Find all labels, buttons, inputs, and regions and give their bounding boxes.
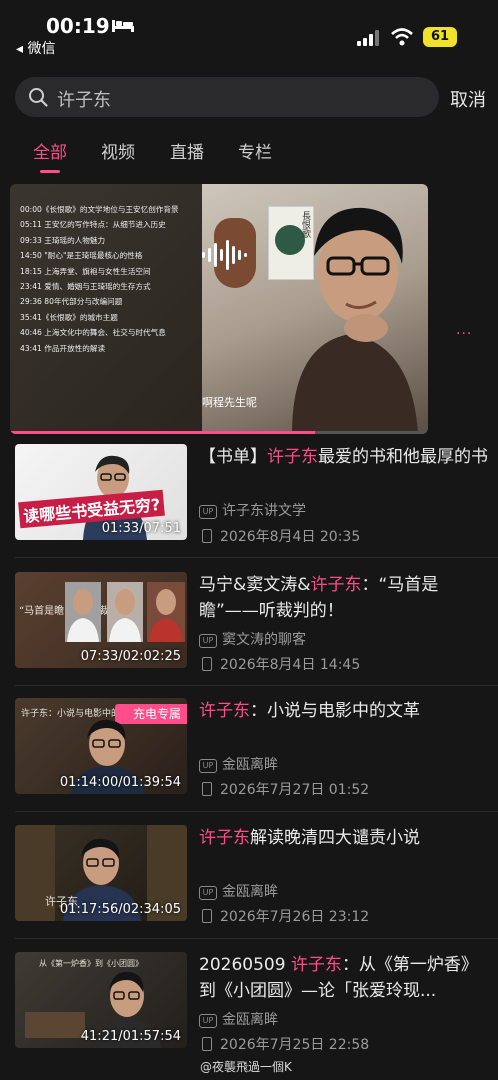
chapter-item[interactable]: 09:33 王琦瑶的人物魅力	[20, 233, 206, 248]
divider	[15, 557, 498, 558]
chapter-item[interactable]: 18:15 上海弄堂、旗袍与女性生活空间	[20, 264, 206, 279]
status-time: 00:19	[46, 14, 110, 38]
title-highlight: 许子东	[267, 447, 318, 467]
title-prefix: 马宁&窦文涛&	[199, 575, 311, 595]
wifi-icon	[391, 28, 413, 46]
video-thumbnail[interactable]: 读哪些书受益无穷? 01:33/07:51	[15, 444, 187, 540]
uploader-name: 金瓯离眸	[222, 1012, 278, 1028]
cancel-button[interactable]: 取消	[450, 86, 486, 112]
tab-video[interactable]: 视频	[101, 138, 135, 163]
uploader-up-icon: UP	[199, 886, 217, 900]
chapter-item[interactable]: 35:41《长恨歌》的城市主题	[20, 310, 206, 325]
chapter-item[interactable]: 14:50 "耐心"是王琦瑶最核心的性格	[20, 248, 206, 263]
back-to-wechat[interactable]: ◂ 微信	[16, 38, 55, 58]
subtitle-caption: 啊程先生呢	[202, 396, 257, 409]
uploader-name: 许子东讲文学	[222, 503, 306, 519]
chapter-item[interactable]: 00:00《长恨歌》的文学地位与王安忆创作背景	[20, 202, 206, 217]
chapter-item[interactable]: 05:11 王安忆的写作特点：从细节进入历史	[20, 217, 206, 232]
uploader-name: 金瓯离眸	[222, 757, 278, 773]
title-highlight: 许子东	[199, 828, 250, 848]
uploader-row[interactable]: UP 金瓯离眸	[199, 1009, 278, 1029]
video-thumbnail[interactable]: 许子东 01:17:56/02:34:05	[15, 825, 187, 921]
video-thumbnail[interactable]: “马首是瞻”——听裁判的 07:33/02:02:25	[15, 572, 187, 668]
video-duration: 07:33/02:02:25	[80, 649, 181, 664]
chapter-item[interactable]: 40:46 上海文化中的舞会、社交与时代气息	[20, 325, 206, 340]
search-bar[interactable]: 许子东	[15, 77, 439, 117]
date-row: 2026年8月4日 14:45	[199, 654, 360, 674]
phone-icon	[202, 657, 212, 671]
more-options-icon[interactable]: ···	[456, 326, 472, 342]
video-title[interactable]: 20260509 许子东：从《第一炉香》到《小团圆》—论「张爱玲现...	[199, 952, 489, 1004]
date-row: 2026年7月25日 22:58	[199, 1034, 369, 1054]
phone-icon	[202, 1037, 212, 1051]
chapter-item[interactable]: 43:41 作品开放性的解读	[20, 341, 206, 356]
sleep-bed-icon	[112, 20, 134, 32]
speaker-portrait	[292, 207, 418, 434]
uploader-up-icon: UP	[199, 505, 217, 519]
uploader-row[interactable]: UP 金瓯离眸	[199, 754, 278, 774]
video-thumbnail[interactable]: 从《第一炉香》到《小团圆》 41:21/01:57:54	[15, 952, 187, 1048]
chapter-item[interactable]: 29:36 80年代部分与改编问题	[20, 294, 206, 309]
uploader-row[interactable]: UP 许子东讲文学	[199, 500, 306, 520]
active-tab-indicator	[40, 170, 60, 173]
video-title[interactable]: 马宁&窦文涛&许子东：“马首是瞻”——听裁判的！	[199, 572, 489, 624]
title-highlight: 许子东	[199, 701, 250, 721]
search-input[interactable]: 许子东	[57, 86, 111, 112]
title-highlight: 许子东	[290, 955, 342, 975]
publish-date: 2026年7月25日 22:58	[220, 1037, 370, 1053]
tab-all[interactable]: 全部	[33, 138, 67, 163]
video-duration: 41:21/01:57:54	[80, 1029, 181, 1044]
result-item[interactable]: 读哪些书受益无穷? 01:33/07:51 【书单】许子东最爱的书和他最厚的书 …	[0, 444, 498, 570]
publish-date: 2026年7月27日 01:52	[220, 782, 370, 798]
date-row: 2026年7月26日 23:12	[199, 906, 369, 926]
uploader-row[interactable]: UP 金瓯离眸	[199, 881, 278, 901]
date-row: 2026年7月27日 01:52	[199, 779, 369, 799]
title-prefix: 20260509	[199, 955, 291, 975]
chapter-list: 00:00《长恨歌》的文学地位与王安忆创作背景 05:11 王安忆的写作特点：从…	[20, 202, 206, 356]
uploader-up-icon: UP	[199, 759, 217, 773]
result-item[interactable]: 许子东 01:17:56/02:34:05 许子东解读晚清四大谴责小说 UP 金瓯…	[0, 825, 498, 951]
search-icon	[29, 88, 48, 107]
uploader-name: 窦文涛的聊客	[222, 632, 306, 648]
title-highlight: 许子东	[310, 575, 362, 595]
uploader-name: 金瓯离眸	[222, 884, 278, 900]
video-title[interactable]: 【书单】许子东最爱的书和他最厚的书	[199, 444, 489, 470]
result-item[interactable]: 许子东：小说与电影中的文 充电专属 01:14:00/01:39:54 许子东：…	[0, 698, 498, 824]
battery-indicator: 61	[423, 27, 457, 47]
title-suffix: 解读晚清四大谴责小说	[250, 828, 420, 848]
uploader-up-icon: UP	[199, 1014, 217, 1028]
tab-live[interactable]: 直播	[170, 138, 204, 163]
phone-icon	[202, 909, 212, 923]
publish-date: 2026年8月4日 20:35	[220, 529, 361, 545]
title-suffix: ：小说与电影中的文革	[250, 701, 420, 721]
divider	[15, 938, 498, 939]
date-row: 2026年8月4日 20:35	[199, 526, 360, 546]
result-item[interactable]: “马首是瞻”——听裁判的 07:33/02:02:25 马宁&窦文涛&许子东：“…	[0, 572, 498, 698]
video-duration: 01:17:56/02:34:05	[59, 902, 181, 917]
video-thumbnail[interactable]: 许子东：小说与电影中的文 充电专属 01:14:00/01:39:54	[15, 698, 187, 794]
status-bar: 00:19 ◂ 微信 61	[0, 0, 498, 62]
video-title[interactable]: 许子东解读晚清四大谴责小说	[199, 825, 489, 851]
publish-date: 2026年8月4日 14:45	[220, 657, 361, 673]
video-title[interactable]: 许子东：小说与电影中的文革	[199, 698, 489, 724]
chapter-item[interactable]: 23:41 爱情、婚姻与王琦瑶的生存方式	[20, 279, 206, 294]
signal-icon	[357, 30, 379, 46]
sound-wave-icon	[202, 240, 247, 270]
title-suffix: 最爱的书和他最厚的书	[318, 447, 488, 467]
floating-video-player[interactable]: 00:00《长恨歌》的文学地位与王安忆创作背景 05:11 王安忆的写作特点：从…	[10, 184, 428, 434]
publish-date: 2026年7月26日 23:12	[220, 909, 370, 925]
video-duration: 01:33/07:51	[101, 521, 181, 536]
divider	[15, 811, 498, 812]
divider	[15, 685, 498, 686]
video-duration: 01:14:00/01:39:54	[59, 775, 181, 790]
watermark: @夜襲飛過一個K	[200, 1060, 292, 1074]
player-progress-fill	[10, 431, 316, 434]
uploader-up-icon: UP	[199, 634, 217, 648]
tab-column[interactable]: 专栏	[238, 138, 272, 163]
phone-icon	[202, 529, 212, 543]
uploader-row[interactable]: UP 窦文涛的聊客	[199, 629, 306, 649]
filter-tabs: 全部 视频 直播 专栏	[0, 130, 498, 176]
title-prefix: 【书单】	[199, 447, 267, 467]
phone-icon	[202, 782, 212, 796]
